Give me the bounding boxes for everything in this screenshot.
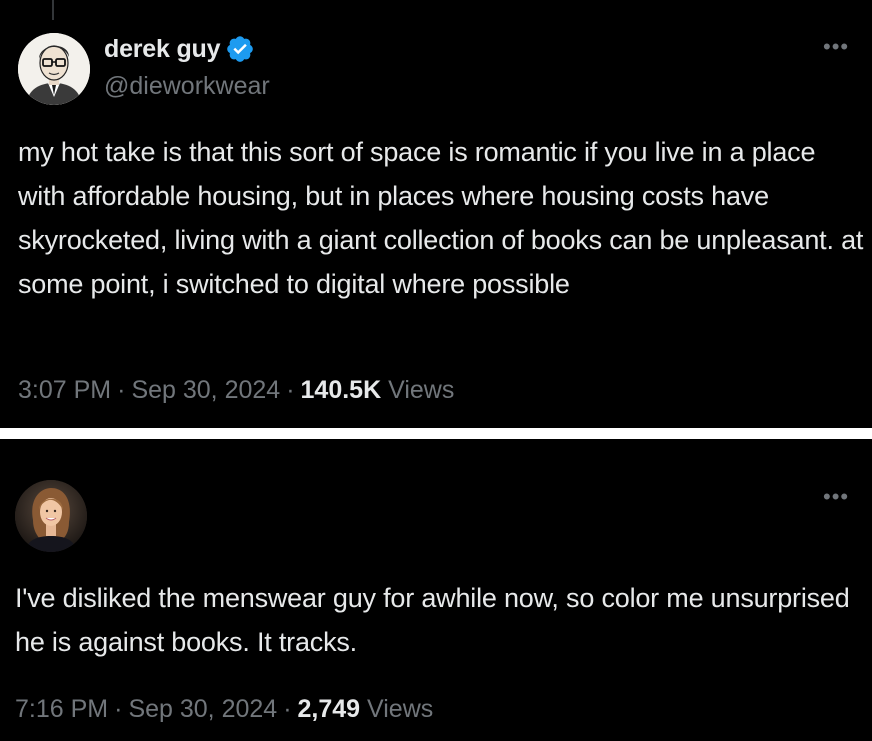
avatar[interactable]: [18, 33, 90, 105]
more-options-button[interactable]: •••: [823, 36, 849, 58]
author-handle[interactable]: @dieworkwear: [104, 72, 270, 101]
tweet-time[interactable]: 3:07 PM: [18, 376, 111, 404]
views-label: Views: [388, 376, 455, 404]
views-count[interactable]: 2,749: [298, 695, 361, 723]
tweet-date[interactable]: Sep 30, 2024: [128, 695, 277, 723]
meta-separator: ·: [283, 695, 292, 723]
author-name-row[interactable]: derek guy: [104, 34, 255, 64]
meta-separator: ·: [286, 376, 295, 404]
tweet-date[interactable]: Sep 30, 2024: [131, 376, 280, 404]
tweet-text: my hot take is that this sort of space i…: [18, 137, 864, 299]
ellipsis-icon: •••: [823, 34, 850, 59]
display-name[interactable]: derek guy: [104, 35, 221, 64]
tweet-text: I've disliked the menswear guy for awhil…: [15, 583, 850, 657]
avatar-illustration: [18, 33, 90, 105]
tweet-meta: 3:07 PM · Sep 30, 2024 · 140.5K Views: [18, 376, 454, 405]
divider: [0, 428, 872, 439]
tweet-meta: 7:16 PM · Sep 30, 2024 · 2,749 Views: [15, 695, 433, 724]
thread-line: [52, 0, 54, 20]
avatar[interactable]: [15, 480, 87, 552]
meta-separator: ·: [117, 376, 126, 404]
reply-tweet: ••• I've disliked the menswear guy for a…: [0, 439, 872, 741]
meta-separator: ·: [114, 695, 123, 723]
ellipsis-icon: •••: [823, 484, 850, 509]
primary-tweet: derek guy @dieworkwear ••• my hot take i…: [0, 0, 872, 428]
views-label: Views: [367, 695, 434, 723]
more-options-button[interactable]: •••: [823, 486, 849, 508]
avatar-photo: [15, 480, 87, 552]
views-count[interactable]: 140.5K: [301, 376, 382, 404]
tweet-time[interactable]: 7:16 PM: [15, 695, 108, 723]
verified-badge-icon: [227, 36, 254, 62]
